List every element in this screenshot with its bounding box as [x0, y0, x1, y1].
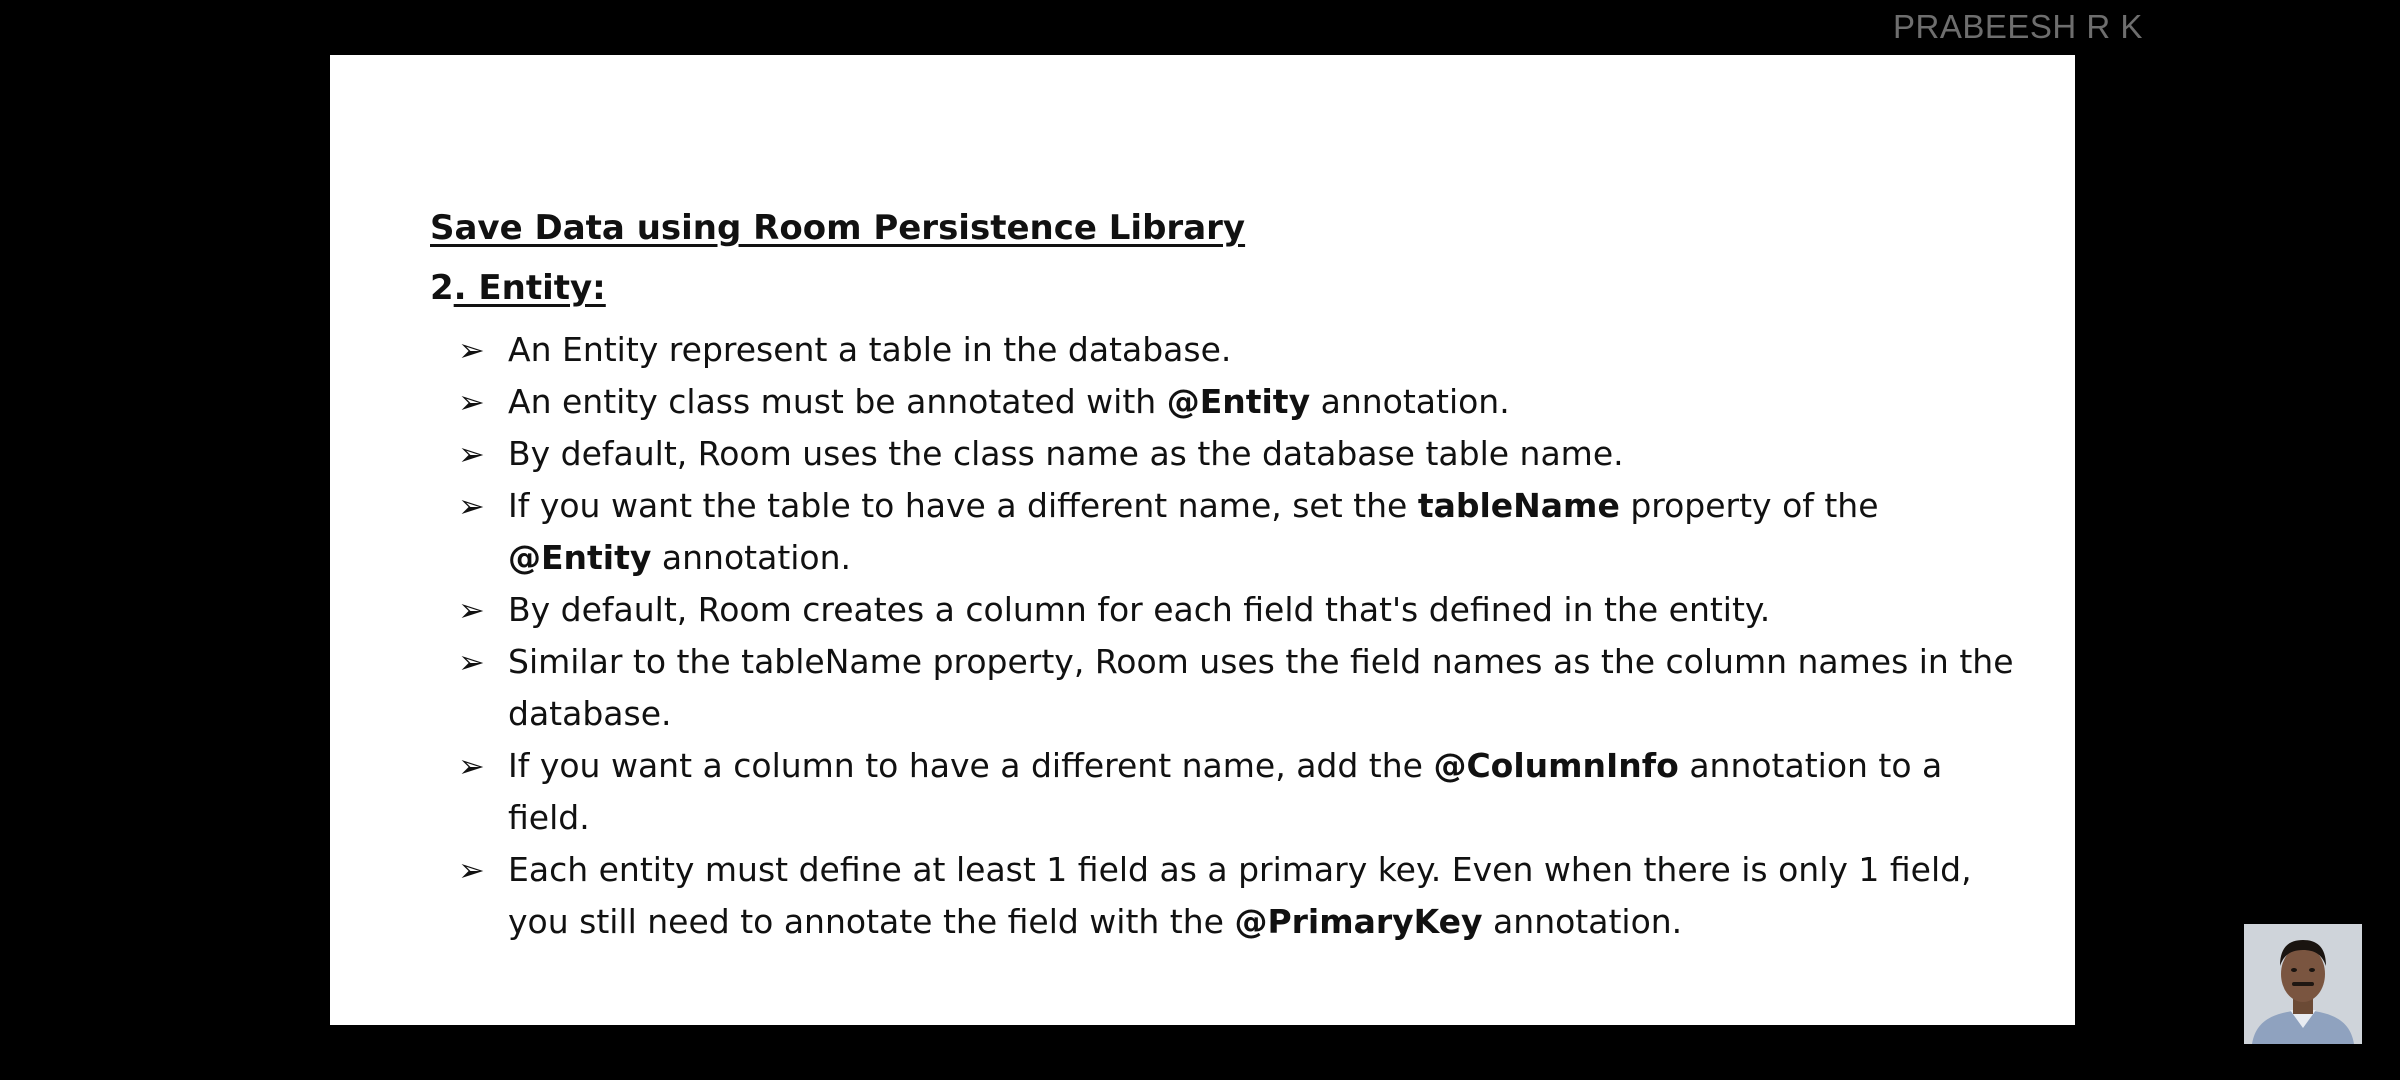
bullet-text: Similar to the tableName property, Room … — [508, 642, 2014, 733]
bullet-keyword: @ColumnInfo — [1433, 746, 1679, 785]
section-heading: 2. Entity: — [430, 260, 2030, 316]
arrow-bullet-icon: ➢ — [458, 747, 485, 785]
bullet-item: ➢ An Entity represent a table in the data… — [430, 324, 2030, 376]
section-label: . Entity: — [453, 268, 606, 308]
bullet-text: annotation. — [1482, 902, 1683, 941]
presenter-watermark: PRABEESH R K — [1893, 8, 2143, 45]
bullet-text: By default, Room uses the class name as … — [508, 434, 1624, 473]
presenter-thumbnail — [2244, 924, 2362, 1044]
bullet-item: ➢ By default, Room creates a column for e… — [430, 584, 2030, 636]
bullet-keyword: tableName — [1417, 486, 1620, 525]
bullet-text: If you want a column to have a different… — [508, 746, 1434, 785]
bullet-item: ➢ An entity class must be annotated with … — [430, 376, 2030, 428]
presenter-photo — [2244, 924, 2362, 1044]
bullet-item: ➢ By default, Room uses the class name as… — [430, 428, 2030, 480]
bullet-text: annotation. — [1310, 382, 1510, 421]
bullet-item: ➢ Similar to the tableName property, Room… — [430, 636, 2030, 740]
bullet-text: An Entity represent a table in the datab… — [508, 330, 1232, 369]
arrow-bullet-icon: ➢ — [458, 591, 485, 629]
arrow-bullet-icon: ➢ — [458, 331, 485, 369]
arrow-bullet-icon: ➢ — [458, 643, 485, 681]
bullet-text: annotation. — [651, 538, 852, 577]
bullet-item: ➢ Each entity must define at least 1 fiel… — [430, 844, 2030, 948]
arrow-bullet-icon: ➢ — [458, 851, 485, 889]
bullet-item: ➢ If you want the table to have a differe… — [430, 480, 2030, 584]
bullet-keyword: @PrimaryKey — [1234, 902, 1483, 941]
arrow-bullet-icon: ➢ — [458, 435, 485, 473]
bullet-text: property of the — [1619, 486, 1879, 525]
slide-title: Save Data using Room Persistence Library — [430, 208, 1246, 248]
bullet-item: ➢ If you want a column to have a differe… — [430, 740, 2030, 844]
arrow-bullet-icon: ➢ — [458, 487, 485, 525]
arrow-bullet-icon: ➢ — [458, 383, 485, 421]
slide: Save Data using Room Persistence Library… — [330, 55, 2075, 1025]
bullet-keyword: @Entity — [508, 538, 652, 577]
section-number: 2 — [430, 268, 454, 308]
slide-content: Save Data using Room Persistence Library… — [430, 200, 2030, 948]
bullet-keyword: @Entity — [1166, 382, 1311, 421]
bullet-text: By default, Room creates a column for ea… — [508, 590, 1771, 629]
bullet-list: ➢ An Entity represent a table in the data… — [430, 324, 2030, 948]
bullet-text: An entity class must be annotated with — [508, 382, 1167, 421]
bullet-text: If you want the table to have a differen… — [508, 486, 1418, 525]
